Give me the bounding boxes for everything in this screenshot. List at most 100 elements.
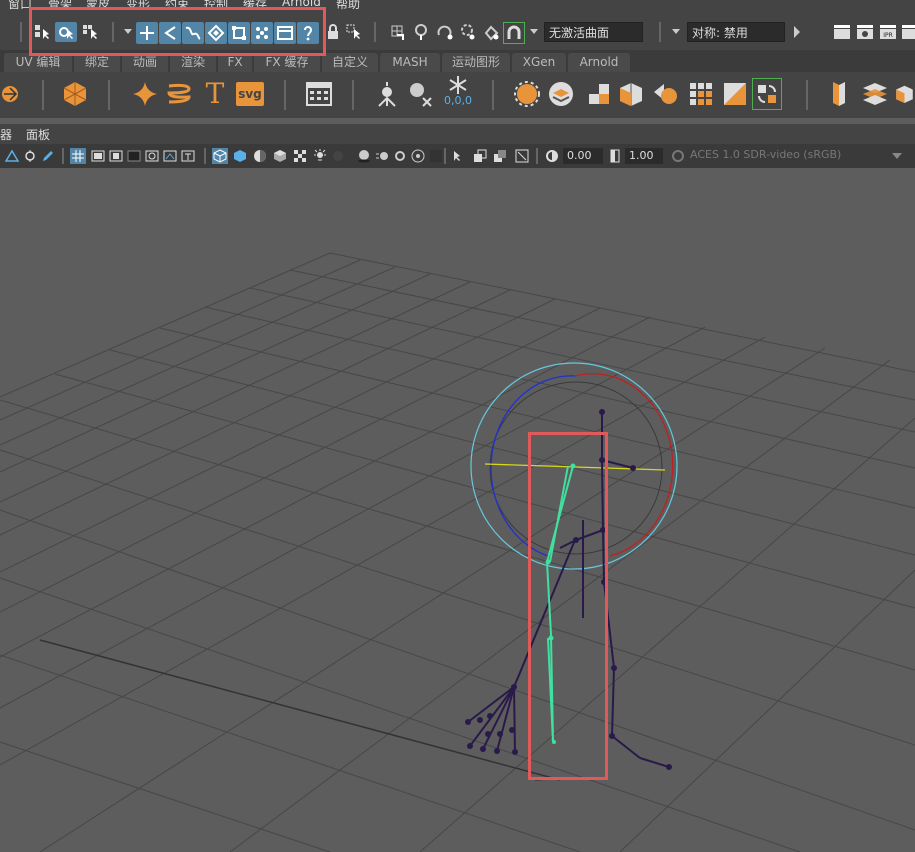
render-frame-icon[interactable]: [832, 23, 852, 41]
viewport-3d[interactable]: [0, 168, 915, 852]
select-by-object-type-icon[interactable]: [55, 22, 77, 42]
render-settings-icon[interactable]: [900, 23, 915, 41]
lock-icon[interactable]: [326, 23, 340, 41]
menu-panels[interactable]: 面板: [26, 126, 50, 143]
snowflake-icon[interactable]: [440, 74, 476, 96]
tab-rigging[interactable]: 绑定: [74, 53, 120, 72]
blocks-icon[interactable]: [584, 78, 614, 110]
select-by-component-icon[interactable]: [80, 22, 100, 42]
grid-toggle-icon[interactable]: [70, 148, 86, 164]
select-curves-icon[interactable]: [182, 22, 204, 44]
menu-cache[interactable]: 缓存: [243, 0, 267, 12]
chevron-down-icon[interactable]: [528, 26, 540, 38]
locator-icon[interactable]: [372, 78, 402, 110]
smooth-shade-icon[interactable]: [232, 148, 248, 164]
fold-icon[interactable]: [720, 78, 750, 110]
isolate-select-icon[interactable]: [428, 148, 444, 164]
chevron-down-icon[interactable]: [122, 24, 134, 40]
menu-skeleton[interactable]: 骨架: [48, 0, 72, 12]
cube-icon[interactable]: [894, 78, 915, 110]
exposure-field[interactable]: 0.00: [563, 148, 603, 164]
refresh-blocks-icon[interactable]: [752, 78, 782, 110]
select-by-hierarchy-icon[interactable]: [32, 22, 52, 42]
safe-title-icon[interactable]: [180, 148, 196, 164]
svg-tool-icon[interactable]: svg: [236, 82, 264, 106]
tab-fx[interactable]: FX: [218, 53, 252, 72]
shadows-icon[interactable]: [330, 148, 346, 164]
select-joints-icon[interactable]: [159, 22, 181, 44]
snap-to-curve-icon[interactable]: [412, 22, 432, 42]
xray-active-icon[interactable]: [492, 148, 508, 164]
select-surfaces-icon[interactable]: [205, 22, 227, 44]
symmetry-field[interactable]: 对称: 禁用: [687, 22, 785, 42]
menu-renderer[interactable]: 器: [0, 126, 12, 143]
xray-icon[interactable]: [472, 148, 488, 164]
spring-icon[interactable]: [164, 78, 194, 110]
type-tool-icon[interactable]: T: [200, 76, 230, 110]
gamma-icon[interactable]: [608, 148, 622, 164]
snap-to-view-plane-icon[interactable]: [458, 22, 478, 42]
exposure-icon[interactable]: [544, 148, 560, 164]
anti-aliasing-icon[interactable]: [392, 148, 408, 164]
menu-constrain[interactable]: 约束: [165, 0, 189, 12]
sparkle-icon[interactable]: [130, 78, 160, 110]
safe-action-icon[interactable]: [162, 148, 178, 164]
gate-mask-icon[interactable]: [126, 148, 142, 164]
tab-arnold[interactable]: Arnold: [568, 53, 630, 72]
xray-joints-icon[interactable]: [450, 148, 466, 164]
select-handles-icon[interactable]: [136, 22, 158, 44]
tab-motion-graphics[interactable]: 运动图形: [442, 53, 510, 72]
snap-to-point-icon[interactable]: [435, 22, 455, 42]
tab-fx-caching[interactable]: FX 缓存: [254, 53, 320, 72]
tab-custom[interactable]: 自定义: [322, 53, 378, 72]
field-chart-icon[interactable]: [144, 148, 160, 164]
resolution-gate-icon[interactable]: [108, 148, 124, 164]
gamma-field[interactable]: 1.00: [625, 148, 663, 164]
menu-skin[interactable]: 蒙皮: [86, 0, 110, 12]
orbit-icon[interactable]: [512, 78, 542, 110]
motion-blur-icon[interactable]: [374, 148, 390, 164]
polyhedron-icon[interactable]: [60, 78, 90, 110]
menu-help[interactable]: 帮助: [336, 0, 360, 12]
color-management-icon[interactable]: [670, 148, 686, 164]
textured-icon[interactable]: [272, 148, 288, 164]
film-gate-icon[interactable]: [90, 148, 106, 164]
menu-arnold[interactable]: Arnold: [282, 0, 321, 9]
default-material-icon[interactable]: [252, 148, 268, 164]
collapse-arrow-icon[interactable]: [793, 24, 801, 40]
chevron-down-icon[interactable]: [890, 150, 904, 162]
cube-split-icon[interactable]: [616, 78, 646, 110]
grid-blocks-icon[interactable]: [686, 78, 716, 110]
delete-mash-icon[interactable]: [404, 78, 434, 110]
select-camera-icon[interactable]: [4, 148, 20, 164]
menu-window[interactable]: 窗口: [8, 0, 32, 12]
layers-sphere-icon[interactable]: [546, 78, 576, 110]
resolution-frame-icon[interactable]: [514, 148, 530, 164]
ipr-render-icon[interactable]: IPR: [878, 23, 898, 41]
mash-network-icon[interactable]: [0, 80, 24, 108]
pencil-icon[interactable]: [40, 148, 56, 164]
magnet-icon[interactable]: [503, 22, 525, 44]
tab-xgen[interactable]: XGen: [512, 53, 566, 72]
checker-icon[interactable]: [292, 148, 308, 164]
shapes-icon[interactable]: [650, 78, 680, 110]
tab-animation[interactable]: 动画: [122, 53, 168, 72]
tab-mash[interactable]: MASH: [380, 53, 440, 72]
chevron-down-icon[interactable]: [670, 26, 682, 38]
highlight-selection-icon[interactable]: [344, 22, 364, 42]
depth-of-field-icon[interactable]: [410, 148, 426, 164]
menu-control[interactable]: 控制: [204, 0, 228, 12]
live-surface-field[interactable]: 无激活曲面: [544, 22, 643, 42]
tall-box-icon[interactable]: [824, 78, 854, 110]
select-rendering-icon[interactable]: [274, 22, 296, 44]
select-dynamics-icon[interactable]: [251, 22, 273, 44]
select-deformations-icon[interactable]: [228, 22, 250, 44]
tab-uv-editing[interactable]: UV 编辑: [4, 53, 72, 72]
render-view-icon[interactable]: [855, 23, 875, 41]
color-space-dropdown[interactable]: ACES 1.0 SDR-video (sRGB): [690, 148, 841, 161]
menu-deform[interactable]: 变形: [126, 0, 150, 12]
stacked-planes-icon[interactable]: [860, 78, 890, 110]
camera-attributes-icon[interactable]: [22, 148, 38, 164]
select-misc-icon[interactable]: [297, 22, 319, 44]
calendar-grid-icon[interactable]: [305, 80, 333, 108]
